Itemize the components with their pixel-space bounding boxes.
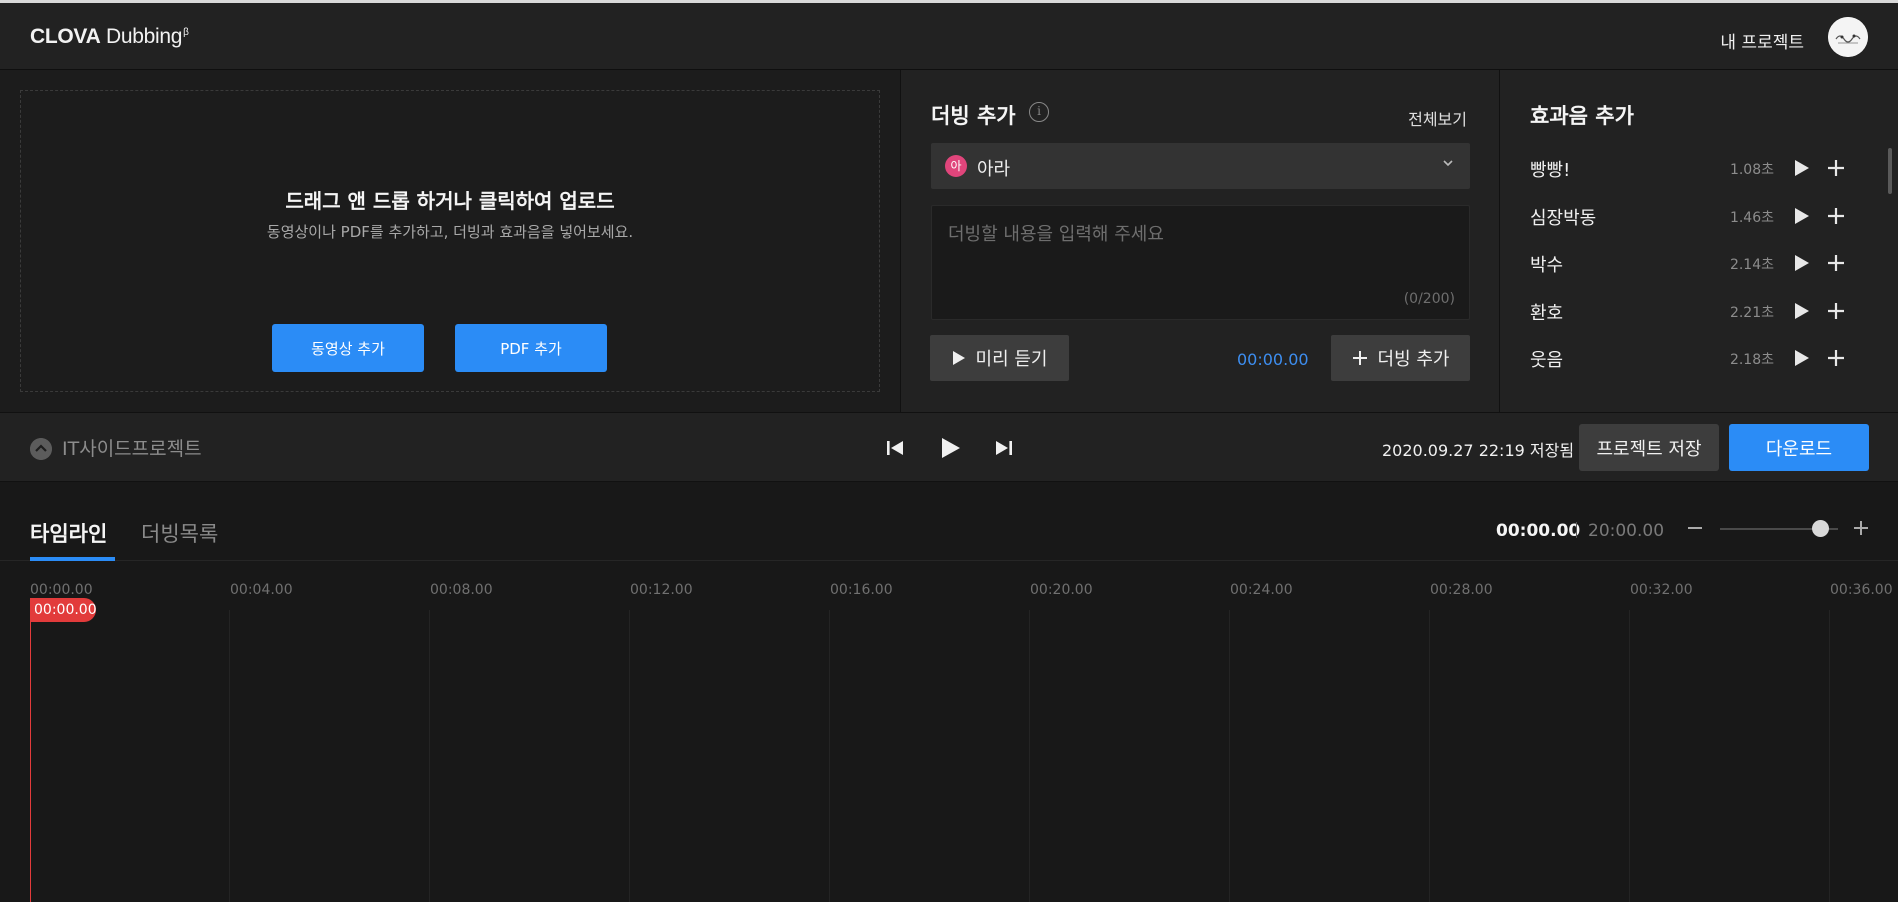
tab-dubbing-list[interactable]: 더빙목록 — [141, 518, 218, 548]
char-counter: (0/200) — [1403, 291, 1455, 307]
effects-scrollbar[interactable] — [1888, 148, 1892, 194]
my-projects-link[interactable]: 내 프로젝트 — [1720, 28, 1804, 53]
upload-title: 드래그 앤 드롭 하거나 클릭하여 업로드 — [285, 189, 615, 213]
upload-subtitle: 동영상이나 PDF를 추가하고, 더빙과 효과음을 넣어보세요. — [266, 223, 634, 241]
ruler-label: 00:36.00 — [1830, 582, 1893, 598]
plus-icon[interactable] — [1826, 301, 1846, 321]
preview-label: 미리 듣기 — [975, 349, 1048, 370]
avatar-icon — [1828, 17, 1868, 57]
timeline-body[interactable]: 00:00.00 00:04.00 00:08.00 00:12.00 00:1… — [0, 562, 1898, 902]
upload-dropzone[interactable]: 드래그 앤 드롭 하거나 클릭하여 업로드 동영상이나 PDF를 추가하고, 더… — [20, 90, 880, 392]
timeline-gridline — [229, 610, 230, 902]
sound-effect-item: 환호 2.21초 — [1530, 293, 1870, 341]
add-video-button[interactable]: 동영상 추가 — [272, 324, 424, 372]
voice-select[interactable]: 아 아라 — [931, 143, 1470, 189]
sound-effect-duration: 2.14초 — [1729, 257, 1774, 273]
sound-effect-item: 심장박동 1.46초 — [1530, 198, 1870, 246]
playhead-line[interactable] — [30, 602, 31, 902]
tab-timeline[interactable]: 타임라인 — [30, 518, 107, 548]
plus-icon[interactable] — [1826, 158, 1846, 178]
dubbing-panel: 더빙 추가 i 전체보기 아 아라 (0/200) 미리 듣기 00:00.00… — [900, 70, 1500, 412]
add-dubbing-button[interactable]: 더빙 추가 — [1331, 335, 1470, 381]
dubbing-panel-title: 더빙 추가 — [931, 104, 1016, 128]
project-name[interactable]: IT사이드프로젝트 — [62, 434, 202, 461]
total-time: 20:00.00 — [1588, 521, 1665, 541]
info-icon[interactable]: i — [1029, 102, 1049, 122]
dubbing-text-input[interactable] — [932, 206, 1469, 319]
play-icon[interactable] — [1794, 302, 1810, 320]
sound-effect-item: 빵빵! 1.08초 — [1530, 150, 1870, 198]
save-status: 2020.09.27 22:19 저장됨 — [1382, 441, 1575, 460]
sound-effect-name: 빵빵! — [1530, 160, 1571, 181]
chevron-up-icon[interactable] — [30, 438, 52, 460]
sound-effects-panel: 효과음 추가 빵빵! 1.08초 심장박동 1.46초 박수 2.14초 환호 … — [1500, 70, 1898, 412]
ruler-label: 00:24.00 — [1230, 582, 1293, 598]
timeline-gridline — [1429, 610, 1430, 902]
preview-button[interactable]: 미리 듣기 — [930, 335, 1069, 381]
plus-icon[interactable] — [1826, 206, 1846, 226]
play-icon[interactable] — [1794, 349, 1810, 367]
add-pdf-button[interactable]: PDF 추가 — [455, 324, 607, 372]
timeline-gridline — [829, 610, 830, 902]
view-all-link[interactable]: 전체보기 — [1408, 106, 1467, 130]
ruler-label: 00:16.00 — [830, 582, 893, 598]
sound-effects-title: 효과음 추가 — [1530, 104, 1634, 128]
app-header: CLOVA Dubbingβ 내 프로젝트 — [0, 0, 1898, 70]
sound-effect-duration: 2.18초 — [1729, 352, 1774, 368]
ruler-label: 00:28.00 — [1430, 582, 1493, 598]
ruler-label: 00:12.00 — [630, 582, 693, 598]
time-separator — [1576, 522, 1577, 538]
timeline-gridline — [1229, 610, 1230, 902]
plus-icon — [1352, 351, 1367, 365]
sound-effect-duration: 1.46초 — [1729, 209, 1774, 226]
download-button[interactable]: 다운로드 — [1729, 424, 1869, 471]
sound-effect-item: 웃음 2.18초 — [1530, 340, 1870, 388]
plus-icon[interactable] — [1826, 253, 1846, 273]
timeline-gridline — [629, 610, 630, 902]
ruler-label: 00:04.00 — [230, 582, 293, 598]
dubbing-text-box: (0/200) — [931, 205, 1470, 320]
project-control-bar: IT사이드프로젝트 2020.09.27 22:19 저장됨 프로젝트 저장 다… — [0, 412, 1898, 482]
zoom-in-icon[interactable] — [1852, 519, 1870, 537]
clova-dubbing-logo[interactable]: CLOVA Dubbingβ — [30, 25, 189, 49]
timeline-header: 타임라인 더빙목록 00:00.00 20:00.00 — [0, 482, 1898, 561]
sound-effect-name: 환호 — [1530, 302, 1564, 324]
sound-effect-name: 심장박동 — [1530, 207, 1597, 229]
upload-panel: 드래그 앤 드롭 하거나 클릭하여 업로드 동영상이나 PDF를 추가하고, 더… — [0, 70, 900, 412]
skip-back-icon[interactable] — [882, 435, 908, 461]
sound-effect-name: 웃음 — [1530, 350, 1564, 371]
ruler-label: 00:08.00 — [430, 582, 493, 598]
sound-effects-list: 빵빵! 1.08초 심장박동 1.46초 박수 2.14초 환호 2.21초 웃… — [1530, 150, 1870, 388]
sound-effect-name: 박수 — [1530, 255, 1564, 276]
sound-effect-duration: 2.21초 — [1729, 304, 1774, 321]
timeline-gridline — [1829, 610, 1830, 902]
add-dubbing-label: 더빙 추가 — [1377, 349, 1450, 370]
zoom-slider-handle[interactable] — [1812, 520, 1829, 537]
play-icon[interactable] — [1794, 254, 1810, 272]
voice-name: 아라 — [977, 159, 1011, 180]
play-icon[interactable] — [937, 435, 963, 461]
timeline-gridline — [1629, 610, 1630, 902]
play-icon[interactable] — [1794, 207, 1810, 225]
timeline-gridline — [429, 610, 430, 902]
play-icon[interactable] — [1794, 159, 1810, 177]
chevron-down-icon — [1443, 160, 1453, 167]
playhead-time-label[interactable]: 00:00.00 — [30, 598, 97, 622]
save-project-button[interactable]: 프로젝트 저장 — [1579, 424, 1719, 471]
timeline-gridline — [1029, 610, 1030, 902]
play-icon — [952, 351, 965, 365]
ruler-label: 00:32.00 — [1630, 582, 1693, 598]
sound-effect-item: 박수 2.14초 — [1530, 245, 1870, 293]
ruler-label: 00:00.00 — [30, 582, 93, 598]
skip-forward-icon[interactable] — [991, 435, 1017, 461]
user-avatar[interactable] — [1828, 17, 1868, 57]
active-tab-indicator — [30, 557, 115, 561]
zoom-out-icon[interactable] — [1686, 519, 1704, 537]
ruler-label: 00:20.00 — [1030, 582, 1093, 598]
current-time: 00:00.00 — [1496, 521, 1581, 541]
sound-effect-duration: 1.08초 — [1729, 162, 1774, 178]
dubbing-time: 00:00.00 — [1237, 350, 1309, 369]
plus-icon[interactable] — [1826, 348, 1846, 368]
voice-avatar-badge: 아 — [945, 155, 967, 177]
